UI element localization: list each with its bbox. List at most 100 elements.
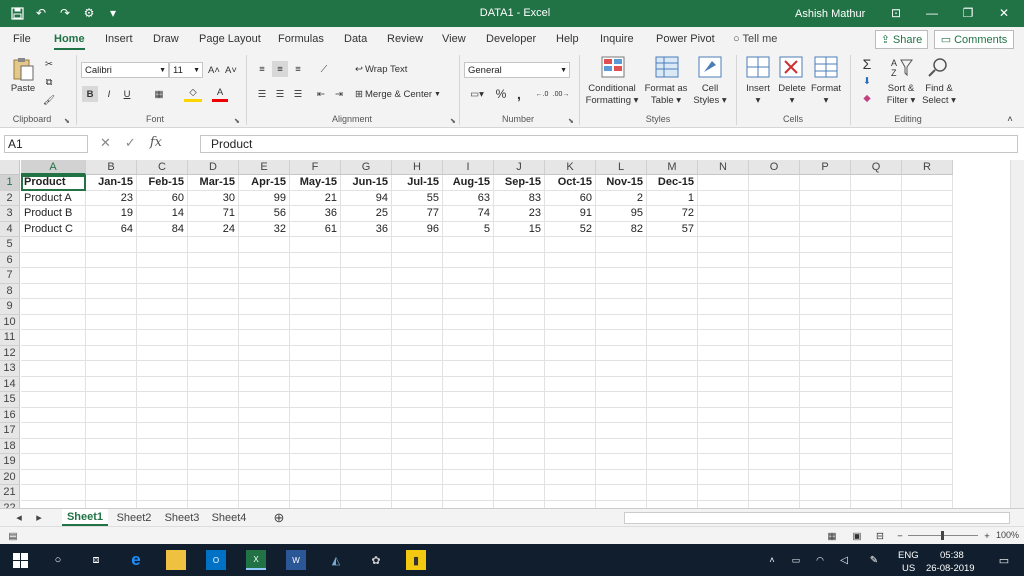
data-cell[interactable]: 52 [545,221,596,237]
empty-cell[interactable] [21,237,86,253]
empty-cell[interactable] [443,330,494,346]
empty-cell[interactable] [902,438,953,454]
data-cell[interactable]: 82 [596,221,647,237]
empty-cell[interactable] [851,237,902,253]
empty-cell[interactable] [698,175,749,191]
empty-cell[interactable] [596,237,647,253]
empty-cell[interactable] [86,423,137,439]
empty-cell[interactable] [545,330,596,346]
header-cell[interactable]: Mar-15 [188,175,239,191]
increase-decimal-icon[interactable]: ←.0 [534,86,550,102]
column-header[interactable]: Q [851,160,902,175]
data-cell[interactable]: 19 [86,206,137,222]
empty-cell[interactable] [800,268,851,284]
empty-cell[interactable] [494,361,545,377]
empty-cell[interactable] [698,423,749,439]
column-header[interactable]: C [137,160,188,175]
empty-cell[interactable] [596,330,647,346]
empty-cell[interactable] [800,376,851,392]
empty-cell[interactable] [341,252,392,268]
header-cell[interactable]: Nov-15 [596,175,647,191]
empty-cell[interactable] [239,392,290,408]
empty-cell[interactable] [392,407,443,423]
empty-cell[interactable] [698,438,749,454]
language-indicator[interactable]: ENG [898,550,919,561]
delete-cells-icon[interactable] [778,55,804,79]
empty-cell[interactable] [239,438,290,454]
format-cells-icon[interactable] [813,55,839,79]
empty-cell[interactable] [698,485,749,501]
empty-cell[interactable] [443,345,494,361]
empty-cell[interactable] [86,469,137,485]
empty-cell[interactable] [698,252,749,268]
file-explorer-icon[interactable] [166,550,186,570]
enter-icon[interactable]: ✓ [125,135,136,151]
wifi-icon[interactable]: ◠ [810,550,830,570]
empty-cell[interactable] [494,392,545,408]
empty-cell[interactable] [137,252,188,268]
empty-cell[interactable] [596,500,647,508]
empty-cell[interactable] [443,500,494,508]
empty-cell[interactable] [800,237,851,253]
decrease-font-icon[interactable]: A˅ [224,62,238,78]
empty-cell[interactable] [341,345,392,361]
empty-cell[interactable] [800,283,851,299]
zoom-level[interactable]: 100% [996,530,1019,540]
column-header[interactable]: H [392,160,443,175]
empty-cell[interactable] [698,237,749,253]
empty-cell[interactable] [596,314,647,330]
empty-cell[interactable] [290,361,341,377]
empty-cell[interactable] [239,423,290,439]
empty-cell[interactable] [800,392,851,408]
empty-cell[interactable] [902,221,953,237]
battery-icon[interactable]: ▭ [786,550,806,570]
empty-cell[interactable] [392,314,443,330]
empty-cell[interactable] [902,314,953,330]
empty-cell[interactable] [290,423,341,439]
data-cell[interactable]: 15 [494,221,545,237]
insert-cells-icon[interactable] [745,55,771,79]
font-family-select[interactable]: Calibri ▼ [81,62,169,78]
empty-cell[interactable] [137,438,188,454]
zoom-out-icon[interactable]: − [895,529,905,543]
empty-cell[interactable] [698,206,749,222]
empty-cell[interactable] [188,407,239,423]
tab-power-pivot[interactable]: Power Pivot [656,33,715,45]
empty-cell[interactable] [851,376,902,392]
empty-cell[interactable] [749,500,800,508]
empty-cell[interactable] [494,283,545,299]
horizontal-scrollbar[interactable] [624,512,1010,524]
empty-cell[interactable] [851,330,902,346]
column-header[interactable]: P [800,160,851,175]
alignment-launcher-icon[interactable]: ⬊ [450,117,456,125]
empty-cell[interactable] [749,485,800,501]
data-cell[interactable]: 61 [290,221,341,237]
row-header[interactable]: 20 [0,469,20,485]
empty-cell[interactable] [341,454,392,470]
empty-cell[interactable] [443,268,494,284]
action-center-icon[interactable]: ▭ [994,550,1014,570]
empty-cell[interactable] [290,376,341,392]
empty-cell[interactable] [188,330,239,346]
format-as-table-label[interactable]: Format as Table ▾ [642,83,690,107]
row-header[interactable]: 11 [0,330,20,346]
empty-cell[interactable] [86,330,137,346]
empty-cell[interactable] [902,392,953,408]
empty-cell[interactable] [239,407,290,423]
empty-cell[interactable] [902,190,953,206]
empty-cell[interactable] [392,485,443,501]
zoom-slider-thumb[interactable] [941,531,944,540]
empty-cell[interactable] [800,438,851,454]
empty-cell[interactable] [392,500,443,508]
empty-cell[interactable] [698,330,749,346]
empty-cell[interactable] [545,252,596,268]
customize-qat-icon[interactable]: ▾ [104,4,122,22]
data-cell[interactable]: 30 [188,190,239,206]
empty-cell[interactable] [86,268,137,284]
empty-cell[interactable] [188,299,239,315]
empty-cell[interactable] [902,361,953,377]
empty-cell[interactable] [86,283,137,299]
data-cell[interactable]: 99 [239,190,290,206]
empty-cell[interactable] [647,438,698,454]
empty-cell[interactable] [698,345,749,361]
